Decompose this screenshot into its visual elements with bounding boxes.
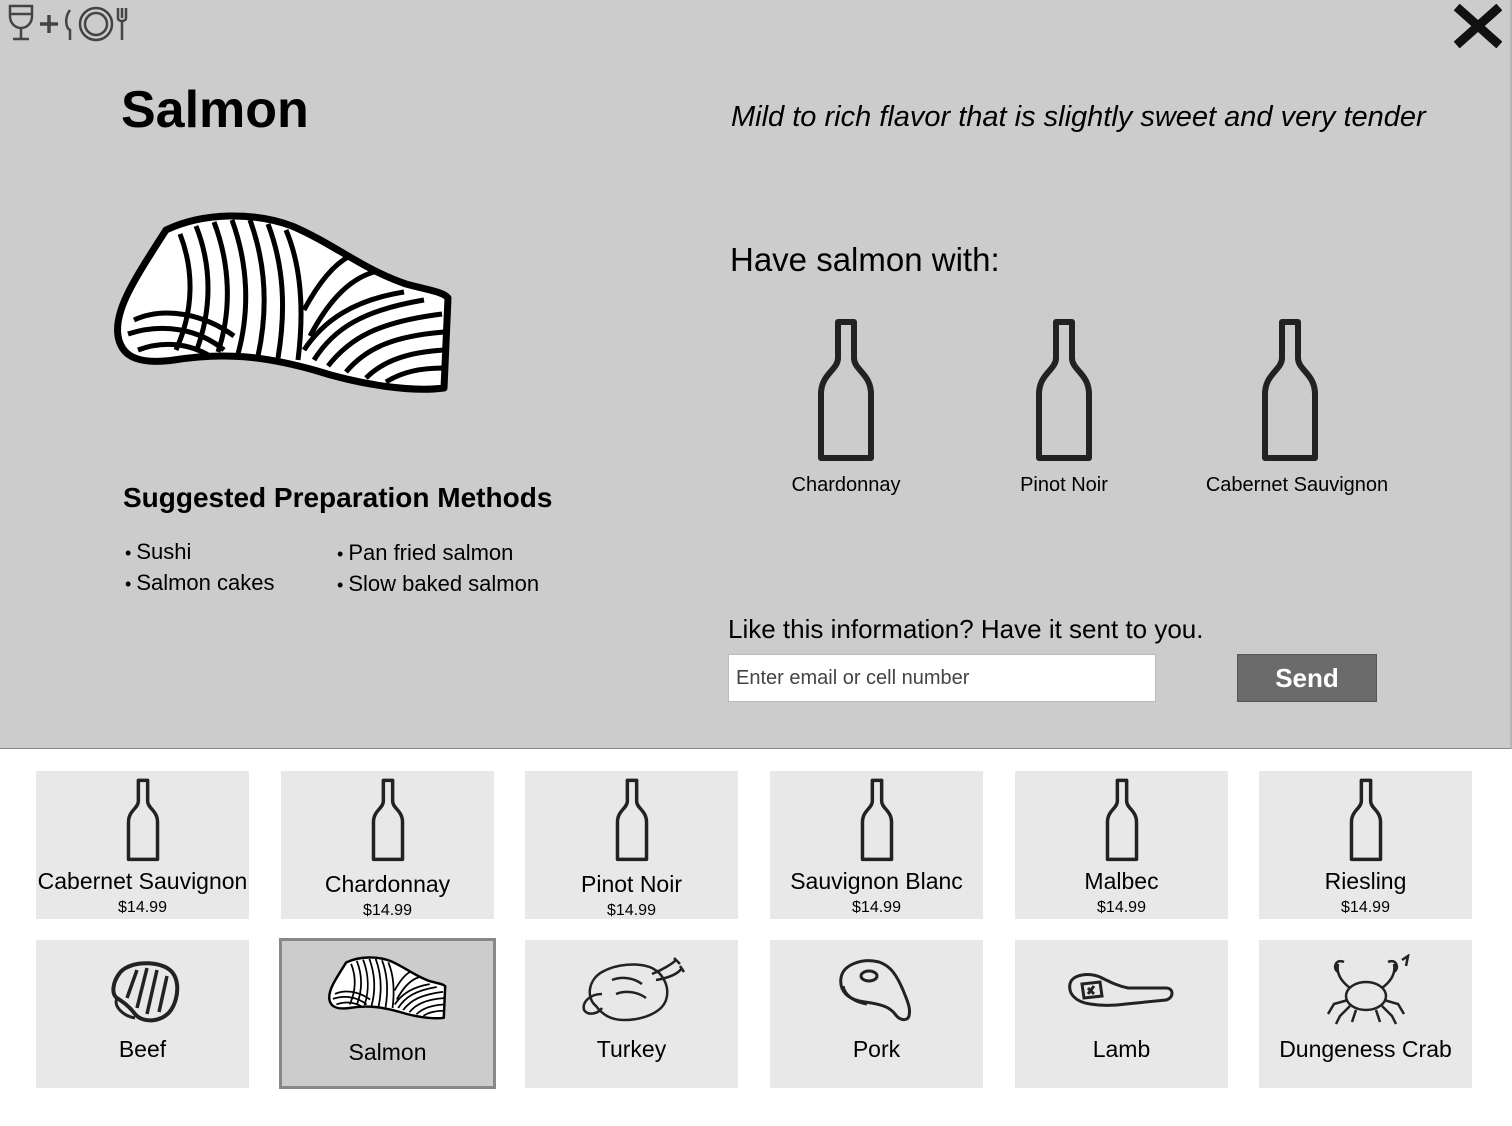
- wine-tile-riesling[interactable]: Riesling $14.99: [1259, 771, 1472, 919]
- food-name: Dungeness Crab: [1279, 1036, 1452, 1062]
- pork-chop-icon: [838, 959, 911, 1022]
- send-button[interactable]: Send: [1237, 654, 1377, 702]
- food-tile-salmon[interactable]: Salmon: [279, 938, 496, 1089]
- crab-icon: [1326, 954, 1410, 1025]
- prep-methods-list-right: Pan fried salmon Slow baked salmon: [337, 538, 539, 600]
- food-name: Pork: [852, 1036, 901, 1062]
- wine-price: $14.99: [118, 899, 167, 916]
- steak-icon: [110, 961, 179, 1023]
- wine-price: $14.99: [1341, 899, 1390, 916]
- wine-name: Chardonnay: [324, 871, 451, 897]
- wine-plus-plate-icon: [8, 4, 128, 42]
- prep-method-item: Salmon cakes: [125, 568, 274, 599]
- wine-price: $14.99: [363, 902, 412, 919]
- wine-tile-pinot-noir[interactable]: Pinot Noir $14.99: [525, 771, 738, 919]
- food-tile-dungeness-crab[interactable]: Dungeness Crab: [1259, 940, 1472, 1088]
- item-title: Salmon: [121, 81, 309, 139]
- food-tile-pork[interactable]: Pork: [770, 940, 983, 1088]
- prep-method-item: Sushi: [125, 537, 275, 568]
- wine-price: $14.99: [1097, 899, 1146, 916]
- email-or-phone-input[interactable]: [728, 654, 1156, 702]
- wine-bottle-icon: [614, 775, 650, 867]
- wine-name: Cabernet Sauvignon: [37, 868, 248, 894]
- pairing-wine-chardonnay[interactable]: Chardonnay: [726, 318, 966, 497]
- wine-price: $14.99: [852, 899, 901, 916]
- pairing-wine-label: Chardonnay: [791, 474, 901, 496]
- wine-bottle-icon: [1259, 318, 1321, 466]
- salmon-fillet-icon: [328, 952, 448, 1024]
- salmon-fillet-icon: [114, 210, 456, 396]
- food-name: Lamb: [1092, 1036, 1151, 1062]
- food-tile-lamb[interactable]: Lamb: [1015, 940, 1228, 1088]
- wine-tile-cabernet-sauvignon[interactable]: Cabernet Sauvignon $14.99: [36, 771, 249, 919]
- wine-tile-malbec[interactable]: Malbec $14.99: [1015, 771, 1228, 919]
- food-name: Salmon: [348, 1039, 427, 1065]
- close-icon[interactable]: [1454, 4, 1502, 48]
- prep-methods-heading: Suggested Preparation Methods: [123, 482, 553, 513]
- food-name: Turkey: [596, 1036, 667, 1062]
- food-tile-turkey[interactable]: Turkey: [525, 940, 738, 1088]
- wine-bottle-icon: [859, 775, 895, 867]
- food-tile-beef[interactable]: Beef: [36, 940, 249, 1088]
- pairing-wine-label: Pinot Noir: [1020, 474, 1108, 496]
- send-info-prompt: Like this information? Have it sent to y…: [728, 614, 1204, 644]
- wine-name: Pinot Noir: [581, 871, 682, 897]
- prep-method-item: Slow baked salmon: [337, 569, 539, 600]
- wine-name: Malbec: [1084, 868, 1159, 894]
- pairing-wine-pinot-noir[interactable]: Pinot Noir: [944, 318, 1184, 497]
- flavor-description: Mild to rich flavor that is slightly swe…: [731, 101, 1426, 133]
- wine-tile-chardonnay[interactable]: Chardonnay $14.99: [281, 771, 494, 919]
- roast-turkey-icon: [581, 957, 685, 1022]
- wine-bottle-icon: [815, 318, 877, 466]
- wine-bottle-icon: [1033, 318, 1095, 466]
- food-name: Beef: [118, 1036, 167, 1062]
- wine-name: Sauvignon Blanc: [790, 868, 963, 894]
- prep-methods-list-left: Sushi Salmon cakes: [125, 537, 275, 599]
- item-detail-panel: Salmon Suggested Preparation Methods Sus…: [0, 0, 1512, 749]
- lamb-chop-icon: [1067, 973, 1173, 1007]
- pairing-wine-label: Cabernet Sauvignon: [1205, 474, 1389, 496]
- prep-method-item: Pan fried salmon: [337, 538, 539, 569]
- wine-price: $14.99: [607, 902, 656, 919]
- pairing-heading: Have salmon with:: [730, 241, 1000, 278]
- pairing-wine-cabernet-sauvignon[interactable]: Cabernet Sauvignon: [1177, 318, 1417, 497]
- wine-bottle-icon: [125, 775, 161, 867]
- wine-bottle-icon: [370, 775, 406, 867]
- wine-name: Riesling: [1324, 868, 1407, 894]
- wine-bottle-icon: [1104, 775, 1140, 867]
- wine-bottle-icon: [1348, 775, 1384, 867]
- wine-tile-sauvignon-blanc[interactable]: Sauvignon Blanc $14.99: [770, 771, 983, 919]
